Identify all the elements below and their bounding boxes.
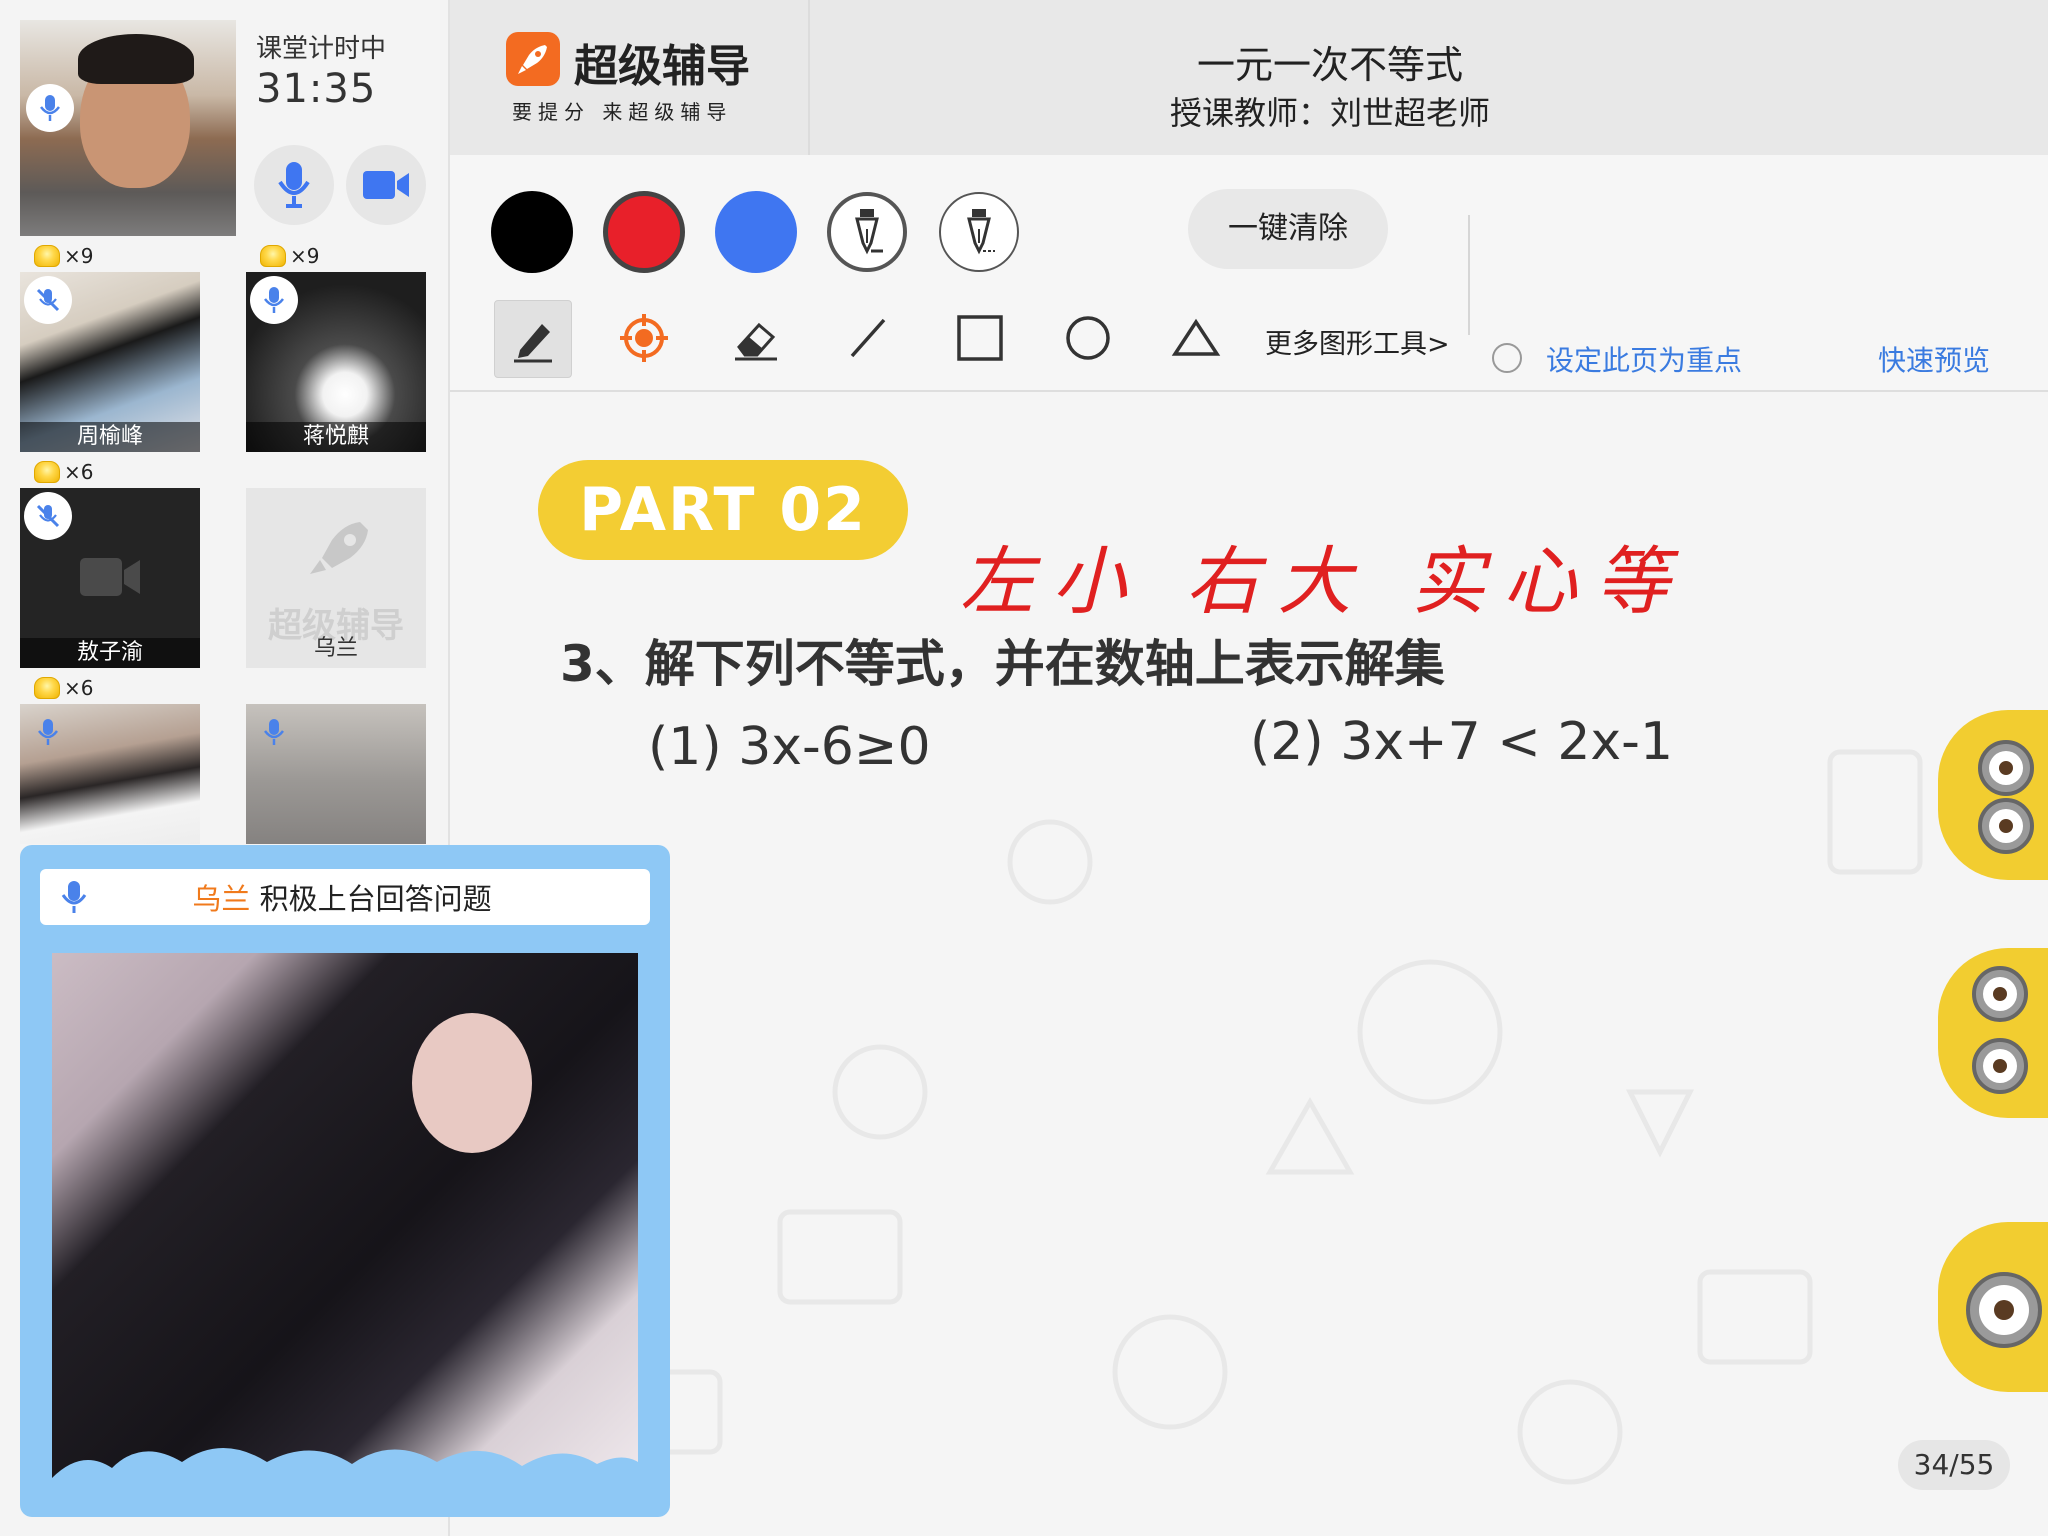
mic-icon [278,162,310,208]
trophy-icon [34,245,60,267]
eraser-icon [735,322,777,361]
student-video-ao[interactable]: 敖子渝 [20,488,200,668]
slide-canvas[interactable]: PART 02 左小 右大 实心等 3、解下列不等式，并在数轴上表示解集 (1)… [450,392,2048,1536]
mic-icon[interactable] [26,84,74,132]
handwritten-annotation: 左小 右大 实心等 [960,539,1688,625]
line-icon [850,318,886,358]
mic-muted-icon [24,276,72,324]
student-video-zhou[interactable]: 周榆峰 [20,272,200,452]
toolbar-divider [1468,215,1470,335]
lesson-title: 一元一次不等式 [1196,43,1463,87]
clear-all-button[interactable]: 一键清除 [1188,189,1388,269]
on-stage-answer-popup: 乌兰 积极上台回答问题 [20,845,670,1517]
pen-thin-button[interactable] [939,192,1019,272]
laser-pointer-tool[interactable] [606,300,682,376]
line-tool[interactable] [830,300,906,376]
part-badge: PART 02 [538,460,908,560]
trophy-icon [34,677,60,699]
laser-pointer-icon [620,314,668,362]
problem-1: (1) 3x-6≥0 [648,717,931,777]
quick-preview-link[interactable]: 快速预览 [1878,339,1990,379]
trophy-count: ×9 [260,243,319,269]
pen-nib-icon [967,209,995,255]
student-name: 乌兰 [313,636,358,661]
timer-label: 课堂计时中 [256,34,387,64]
circle-tool[interactable] [1050,300,1126,376]
mic-icon [250,276,298,324]
rocket-icon [310,522,368,574]
camera-off-icon [80,558,140,596]
color-red[interactable] [603,191,685,273]
pen-thick-button[interactable] [827,192,907,272]
mic-icon [24,708,72,756]
eraser-tool[interactable] [718,300,794,376]
mic-muted-icon [24,492,72,540]
trophy-count: ×6 [34,675,93,701]
minion-decoration [1938,1222,2048,1392]
student-name: 蒋悦麒 [246,422,426,452]
problem-2: (2) 3x+7 < 2x-1 [1250,712,1674,772]
student-name: 周榆峰 [20,422,200,452]
brand-logo: 超级辅导 要提分 来超级辅导 [506,30,766,130]
student-video-6[interactable] [246,704,426,844]
triangle-tool[interactable] [1158,300,1234,376]
trophy-count: ×6 [34,459,93,485]
rectangle-tool[interactable] [942,300,1018,376]
rectangle-icon [957,315,1003,361]
cloud-decoration [52,1448,638,1498]
circle-icon [1066,316,1110,360]
timer-value: 31:35 [256,66,377,112]
rocket-icon [506,32,560,86]
color-black[interactable] [491,191,573,273]
teacher-name: 授课教师：刘世超老师 [1169,94,1490,132]
header: 超级辅导 要提分 来超级辅导 一元一次不等式 授课教师：刘世超老师 [450,0,2048,155]
question-text: 3、解下列不等式，并在数轴上表示解集 [560,635,1445,693]
mic-icon [250,708,298,756]
popup-message: 乌兰 积极上台回答问题 [192,882,492,916]
mark-key-page-radio[interactable] [1492,343,1522,373]
student-video-wulan[interactable]: 超级辅导 乌兰 [246,488,426,668]
pen-tool[interactable] [494,300,572,378]
mark-key-page-label[interactable]: 设定此页为重点 [1546,339,1742,379]
camera-icon [363,171,409,199]
popup-student-name: 乌兰 [192,882,251,916]
mic-icon [61,881,87,913]
brand-slogan: 要提分 来超级辅导 [512,100,733,124]
trophy-icon [260,245,286,267]
trophy-count: ×9 [34,243,93,269]
teacher-video [20,20,236,236]
color-blue[interactable] [715,191,797,273]
header-divider [808,0,810,155]
minion-decoration [1938,710,2048,880]
pen-nib-icon [855,209,883,255]
student-video-5[interactable] [20,704,200,844]
microphone-button[interactable] [254,145,334,225]
student-video-jiang[interactable]: 蒋悦麒 [246,272,426,452]
more-shapes-button[interactable]: 更多图形工具> [1265,322,1450,361]
triangle-icon [1171,318,1221,356]
brand-name: 超级辅导 [574,41,750,92]
minion-decoration [1938,948,2048,1118]
pen-icon [514,324,552,363]
whiteboard-toolbar: 一键清除 更多图形工具> 设定此页为重点 快速预览 [450,155,2048,392]
page-counter: 34/55 [1898,1440,2010,1490]
popup-header: 乌兰 积极上台回答问题 [40,869,650,925]
camera-button[interactable] [346,145,426,225]
student-name: 敖子渝 [20,638,200,668]
on-stage-student-video [52,953,638,1498]
trophy-icon [34,461,60,483]
